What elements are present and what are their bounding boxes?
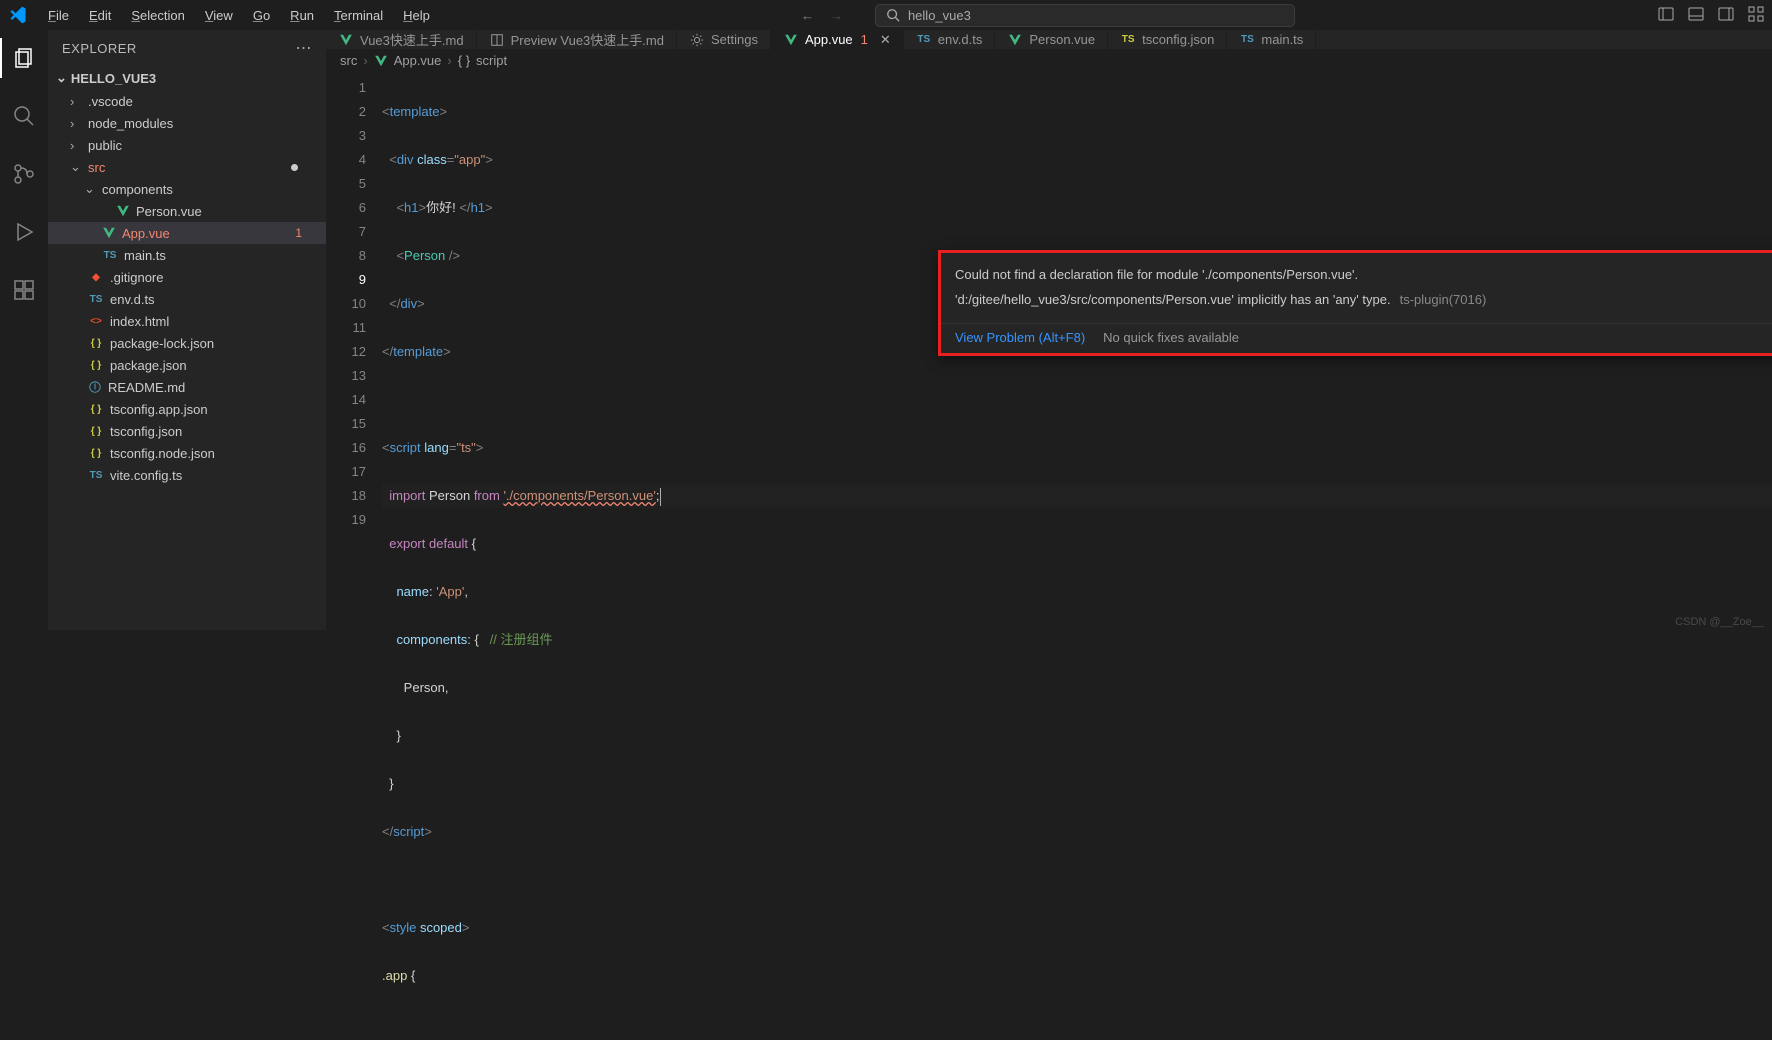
code-editor[interactable]: 12345678910111213141516171819 <template>… <box>326 72 1772 1040</box>
diagnostic-hover: Could not find a declaration file for mo… <box>938 250 1772 356</box>
activity-debug-icon[interactable] <box>0 212 48 252</box>
file-item[interactable]: { }package-lock.json <box>48 332 326 354</box>
layout-sidebar-right-icon[interactable] <box>1718 6 1734 25</box>
sidebar-title: EXPLORER ⋯ <box>48 30 326 66</box>
folder-item[interactable]: ›.vscode <box>48 90 326 112</box>
tab-preview-vue3快速上手.md[interactable]: Preview Vue3快速上手.md <box>477 30 677 49</box>
file-item[interactable]: TSenv.d.ts <box>48 288 326 310</box>
menu-view[interactable]: View <box>197 4 241 27</box>
file-tree: ›.vscode›node_modules›public⌄src⌄compone… <box>48 90 326 630</box>
line-gutter: 12345678910111213141516171819 <box>326 72 382 1040</box>
file-item[interactable]: TSmain.ts <box>48 244 326 266</box>
command-center[interactable]: hello_vue3 <box>875 4 1295 27</box>
vscode-logo-icon <box>8 5 28 25</box>
file-item[interactable]: { }package.json <box>48 354 326 376</box>
menu-help[interactable]: Help <box>395 4 438 27</box>
layout-panel-icon[interactable] <box>1688 6 1704 25</box>
code-content[interactable]: <template> <div class="app"> <h1>你好! </h… <box>382 72 1772 1040</box>
menu-terminal[interactable]: Terminal <box>326 4 391 27</box>
tab-env.d.ts[interactable]: TSenv.d.ts <box>904 30 996 49</box>
tab-person.vue[interactable]: Person.vue <box>995 30 1108 49</box>
tab-tsconfig.json[interactable]: TStsconfig.json <box>1108 30 1227 49</box>
sidebar: EXPLORER ⋯ ⌄ HELLO_VUE3 ›.vscode›node_mo… <box>48 30 326 630</box>
folder-item[interactable]: ›public <box>48 134 326 156</box>
file-item[interactable]: iREADME.md <box>48 376 326 398</box>
menu-selection[interactable]: Selection <box>123 4 192 27</box>
editor-area: Vue3快速上手.mdPreview Vue3快速上手.mdSettingsAp… <box>326 30 1772 630</box>
layout-controls <box>1658 6 1764 25</box>
sidebar-more-icon[interactable]: ⋯ <box>296 38 313 58</box>
file-item[interactable]: Person.vue <box>48 200 326 222</box>
file-item[interactable]: App.vue1 <box>48 222 326 244</box>
activity-extensions-icon[interactable] <box>0 270 48 310</box>
search-text: hello_vue3 <box>908 8 971 23</box>
activity-explorer-icon[interactable] <box>0 38 48 78</box>
file-item[interactable]: ◆.gitignore <box>48 266 326 288</box>
watermark: CSDN @__Zoe__ <box>1675 616 1764 628</box>
activity-search-icon[interactable] <box>0 96 48 136</box>
no-quick-fix-text: No quick fixes available <box>1103 330 1239 345</box>
file-item[interactable]: { }tsconfig.node.json <box>48 442 326 464</box>
chevron-down-icon: ⌄ <box>56 70 67 86</box>
chevron-right-icon: › <box>447 53 451 68</box>
vue-icon <box>374 54 388 68</box>
menu-file[interactable]: File <box>40 4 77 27</box>
file-item[interactable]: { }tsconfig.json <box>48 420 326 442</box>
menu-run[interactable]: Run <box>282 4 322 27</box>
diagnostic-message: Could not find a declaration file for mo… <box>941 253 1772 323</box>
close-icon: ✕ <box>880 32 891 48</box>
menu-edit[interactable]: Edit <box>81 4 119 27</box>
layout-sidebar-left-icon[interactable] <box>1658 6 1674 25</box>
activity-bar <box>0 30 48 630</box>
folder-item[interactable]: ⌄src <box>48 156 326 178</box>
diagnostic-actions: View Problem (Alt+F8) No quick fixes ava… <box>941 323 1772 353</box>
folder-item[interactable]: ⌄components <box>48 178 326 200</box>
menu-go[interactable]: Go <box>245 4 278 27</box>
file-item[interactable]: <>index.html <box>48 310 326 332</box>
nav-forward-icon[interactable]: → <box>830 8 843 23</box>
view-problem-link[interactable]: View Problem (Alt+F8) <box>955 330 1085 345</box>
nav-back-icon[interactable]: ← <box>801 8 814 23</box>
editor-tabs: Vue3快速上手.mdPreview Vue3快速上手.mdSettingsAp… <box>326 30 1772 49</box>
tab-settings[interactable]: Settings <box>677 30 771 49</box>
menubar: File Edit Selection View Go Run Terminal… <box>0 0 1772 30</box>
breadcrumbs[interactable]: src › App.vue › { } script <box>326 49 1772 72</box>
svg-text:i: i <box>94 381 97 393</box>
file-item[interactable]: { }tsconfig.app.json <box>48 398 326 420</box>
folder-item[interactable]: ›node_modules <box>48 112 326 134</box>
activity-scm-icon[interactable] <box>0 154 48 194</box>
layout-customize-icon[interactable] <box>1748 6 1764 25</box>
file-item[interactable]: TSvite.config.ts <box>48 464 326 486</box>
sidebar-section[interactable]: ⌄ HELLO_VUE3 <box>48 66 326 90</box>
search-icon <box>886 8 900 22</box>
tab-main.ts[interactable]: TSmain.ts <box>1227 30 1316 49</box>
chevron-right-icon: › <box>363 53 367 68</box>
tab-app.vue[interactable]: App.vue1✕ <box>771 30 904 49</box>
tab-vue3快速上手.md[interactable]: Vue3快速上手.md <box>326 30 477 49</box>
